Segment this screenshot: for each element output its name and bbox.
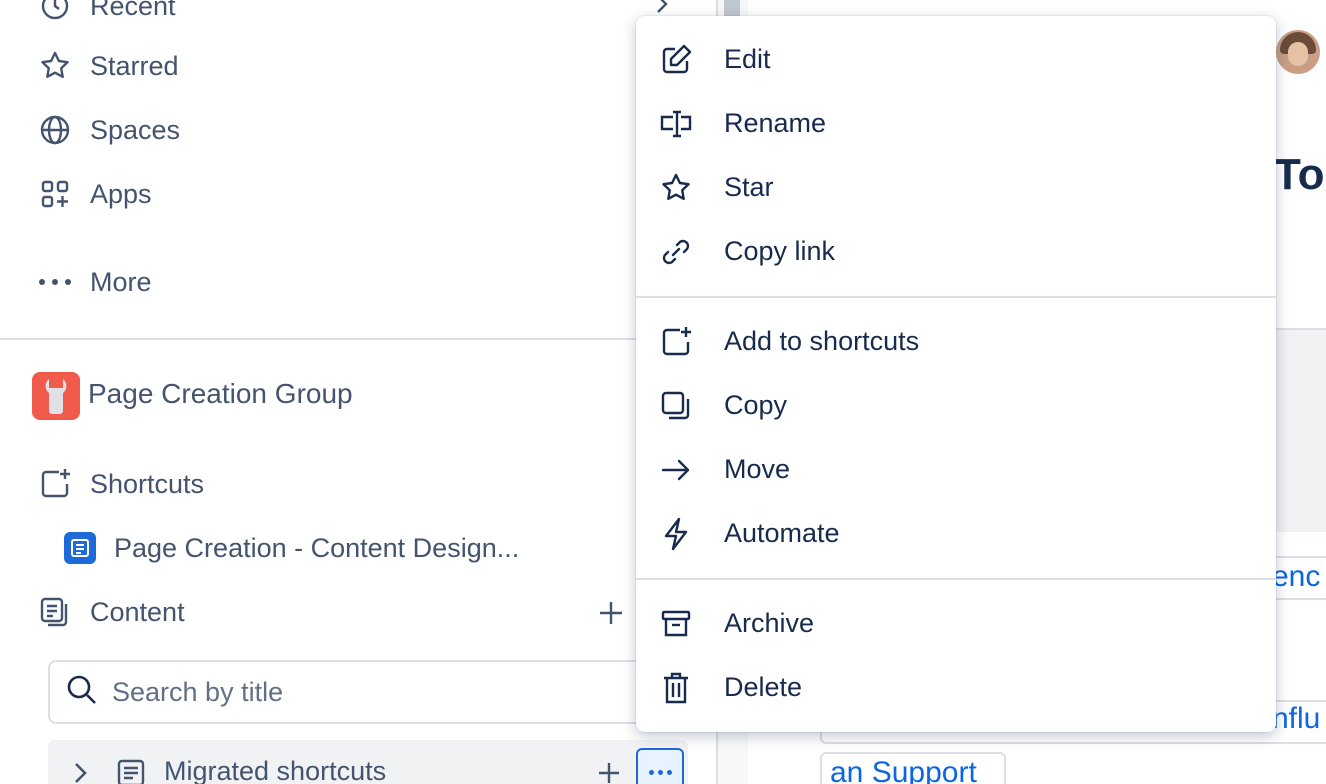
menu-item-copy-link[interactable]: Copy link <box>636 222 1276 282</box>
add-shortcut-icon <box>38 467 72 501</box>
apps-icon <box>38 177 72 211</box>
star-icon <box>38 49 72 83</box>
shortcut-link[interactable]: Page Creation - Content Design... <box>64 532 519 564</box>
menu-item-archive[interactable]: Archive <box>636 594 1276 654</box>
plus-icon[interactable] <box>596 760 622 784</box>
sidebar: Recent Starred Spaces Apps More Page Cre… <box>0 0 718 784</box>
content-link[interactable]: enc <box>1272 560 1320 594</box>
sidebar-item-content[interactable]: Content <box>38 592 185 632</box>
nav-item-recent[interactable]: Recent <box>38 0 176 26</box>
shortcut-label: Page Creation - Content Design... <box>114 532 520 563</box>
clock-icon <box>38 0 72 23</box>
add-shortcut-icon <box>658 324 694 360</box>
content-link[interactable]: an Support <box>830 756 977 784</box>
lightning-icon <box>658 516 694 552</box>
menu-item-automate[interactable]: Automate <box>636 504 1276 564</box>
more-dots-icon <box>38 265 72 299</box>
menu-item-copy[interactable]: Copy <box>636 376 1276 436</box>
edit-icon <box>658 42 694 78</box>
space-logo[interactable] <box>32 372 80 420</box>
menu-divider <box>636 296 1276 298</box>
menu-item-label: Copy <box>724 390 788 420</box>
menu-item-rename[interactable]: Rename <box>636 94 1276 154</box>
nav-item-label: More <box>90 266 152 297</box>
tree-item-migrated-shortcuts[interactable]: Migrated shortcuts <box>48 740 688 784</box>
menu-divider <box>636 578 1276 580</box>
content-icon <box>38 595 72 629</box>
context-menu: Edit Rename Star Copy link Add to shortc… <box>636 16 1276 732</box>
nav-item-label: Apps <box>90 178 152 209</box>
divider <box>0 338 718 340</box>
page-icon <box>116 758 146 784</box>
tree-item-label: Migrated shortcuts <box>164 756 387 784</box>
page-icon <box>64 532 96 564</box>
arrow-right-icon <box>658 452 694 488</box>
space-name[interactable]: Page Creation Group <box>88 378 353 410</box>
add-content-icon[interactable] <box>596 598 626 628</box>
menu-item-add-to-shortcuts[interactable]: Add to shortcuts <box>636 312 1276 372</box>
menu-item-label: Star <box>724 172 774 202</box>
page-title: To <box>1274 150 1325 199</box>
search-icon <box>66 674 98 711</box>
nav-item-spaces[interactable]: Spaces <box>38 110 180 150</box>
search-placeholder: Search by title <box>112 676 284 707</box>
nav-item-label: Spaces <box>90 114 181 145</box>
link-icon <box>658 234 694 270</box>
menu-item-label: Move <box>724 454 791 484</box>
search-input[interactable]: Search by title <box>48 660 668 724</box>
content-link[interactable]: nflu <box>1272 702 1320 736</box>
star-icon <box>658 170 694 206</box>
menu-item-label: Automate <box>724 518 840 548</box>
nav-item-apps[interactable]: Apps <box>38 174 152 214</box>
menu-item-move[interactable]: Move <box>636 440 1276 500</box>
menu-item-label: Archive <box>724 608 815 638</box>
menu-item-label: Delete <box>724 672 803 702</box>
menu-item-label: Edit <box>724 44 771 74</box>
chevron-right-icon[interactable] <box>70 762 90 784</box>
rename-icon <box>658 106 694 142</box>
nav-item-label: Starred <box>90 50 179 81</box>
avatar[interactable] <box>1276 30 1320 74</box>
sidebar-item-label: Content <box>90 596 185 627</box>
menu-item-delete[interactable]: Delete <box>636 658 1276 718</box>
nav-item-starred[interactable]: Starred <box>38 46 179 86</box>
menu-item-label: Add to shortcuts <box>724 326 920 356</box>
menu-item-label: Copy link <box>724 236 836 266</box>
archive-icon <box>658 606 694 642</box>
nav-item-label: Recent <box>90 0 176 21</box>
globe-icon <box>38 113 72 147</box>
sidebar-item-shortcuts[interactable]: Shortcuts <box>38 464 204 504</box>
menu-item-star[interactable]: Star <box>636 158 1276 218</box>
more-actions-button[interactable] <box>636 748 684 784</box>
menu-item-edit[interactable]: Edit <box>636 30 1276 90</box>
trash-icon <box>658 670 694 706</box>
menu-item-label: Rename <box>724 108 827 138</box>
nav-item-more[interactable]: More <box>38 262 152 302</box>
copy-icon <box>658 388 694 424</box>
sidebar-item-label: Shortcuts <box>90 468 205 499</box>
